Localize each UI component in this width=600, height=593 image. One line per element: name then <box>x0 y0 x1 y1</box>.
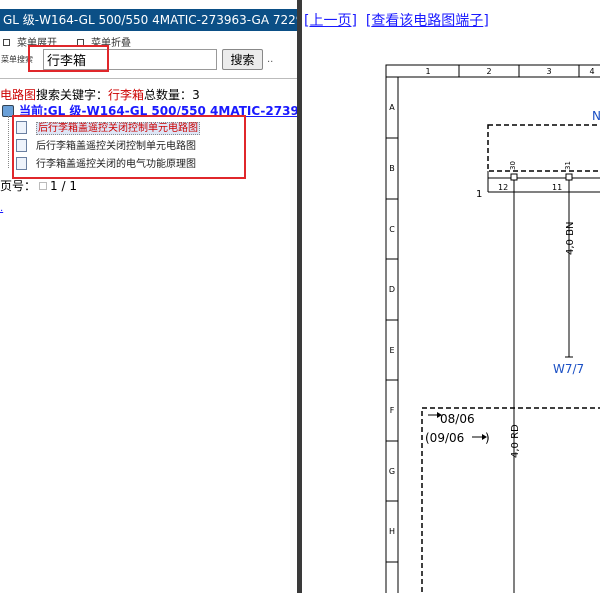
version-to: (09/06 <box>425 431 464 445</box>
pager: 页号： 1 / 1 <box>0 177 77 194</box>
search-extra: .. <box>267 54 274 65</box>
col-label: 3 <box>546 67 551 76</box>
tree-item[interactable]: 后行李箱盖遥控关闭控制单元电路图 <box>16 139 196 155</box>
tree-item[interactable]: 行李箱盖遥控关闭的电气功能原理图 <box>16 157 196 173</box>
pager-current: 1 <box>50 179 58 193</box>
row-label: E <box>389 346 394 355</box>
component-label: N <box>592 109 600 123</box>
tree-connector <box>8 116 16 168</box>
pin-label: 12 <box>498 183 508 192</box>
row-label: G <box>389 467 395 476</box>
wire-label: 4,0 RD <box>510 424 521 458</box>
search-button[interactable]: 搜索 <box>222 49 263 70</box>
result-keyword-label: 搜索关键字： <box>36 88 109 102</box>
tree-item-label: 后行李箱盖遥控关闭控制单元电路图 <box>36 122 200 135</box>
circuit-diagram: 1 2 3 4 A B C D E F G H N 30 31 12 11 1 <box>385 64 600 593</box>
search-input[interactable] <box>43 49 217 70</box>
menu-collapse-toggle[interactable]: 菜单折叠 <box>77 34 131 49</box>
col-label: 4 <box>589 67 594 76</box>
wire-label: 4,0 BN <box>565 222 576 255</box>
result-keyword: 行李箱 <box>108 88 145 102</box>
tree-root[interactable]: 当前:GL 级-W164-GL 500/550 4MATIC-27396 <box>2 102 297 119</box>
version-from: 08/06 <box>440 412 475 426</box>
right-panel: [上一页] [查看该电路图端子] 1 2 3 4 A B C D E F G H <box>302 0 600 593</box>
result-category: 电路图 <box>0 88 37 102</box>
tree-item-label: 行李箱盖遥控关闭的电气功能原理图 <box>36 159 196 170</box>
col-label: 1 <box>425 67 430 76</box>
document-icon <box>16 157 27 170</box>
row-label: C <box>389 225 395 234</box>
ground-label: W7/7 <box>553 362 584 376</box>
menu-expand-label: 菜单展开 <box>17 38 57 49</box>
row-label: B <box>389 164 395 173</box>
col-label: 2 <box>486 67 491 76</box>
pin-terminal <box>565 173 573 181</box>
row-label: D <box>389 285 395 294</box>
collapse-icon <box>77 39 84 46</box>
control-unit-box <box>487 124 600 172</box>
expand-icon <box>3 39 10 46</box>
divider <box>0 78 297 79</box>
pager-box-icon <box>39 182 48 190</box>
menu-collapse-label: 菜单折叠 <box>91 38 131 49</box>
pin-label: 11 <box>552 183 562 192</box>
row-label: F <box>390 406 395 415</box>
result-count-label: 总数量： <box>144 88 193 102</box>
pin-terminal <box>510 173 518 181</box>
diagram-frame <box>385 64 600 593</box>
document-icon <box>16 121 27 134</box>
search-label: 菜单搜索 <box>1 55 33 64</box>
search-result-summary: 电路图搜索关键字：行李箱总数量：3 <box>0 86 200 103</box>
tree-root-label: 当前:GL 级-W164-GL 500/550 4MATIC-27396 <box>19 104 297 118</box>
marker-label: 1 <box>476 189 482 200</box>
stray-link[interactable]: . <box>0 203 3 214</box>
pager-label: 页号： <box>0 179 37 193</box>
left-panel: GL 级-W164-GL 500/550 4MATIC-273963-GA 72… <box>0 0 297 593</box>
row-label: H <box>389 527 395 536</box>
menu-expand-toggle[interactable]: 菜单展开 <box>3 34 57 49</box>
row-label: A <box>389 103 395 112</box>
pin-label: 31 <box>564 161 572 170</box>
pin-label: 30 <box>509 161 517 170</box>
pager-separator: / <box>61 179 66 193</box>
pager-total: 1 <box>69 179 77 193</box>
result-count: 3 <box>192 88 200 102</box>
window-title: GL 级-W164-GL 500/550 4MATIC-273963-GA 72… <box>0 9 297 31</box>
tree-item[interactable]: 后行李箱盖遥控关闭控制单元电路图 <box>16 121 200 137</box>
version-to-close: ) <box>485 431 490 445</box>
document-icon <box>16 139 27 152</box>
tree-item-label: 后行李箱盖遥控关闭控制单元电路图 <box>36 141 196 152</box>
